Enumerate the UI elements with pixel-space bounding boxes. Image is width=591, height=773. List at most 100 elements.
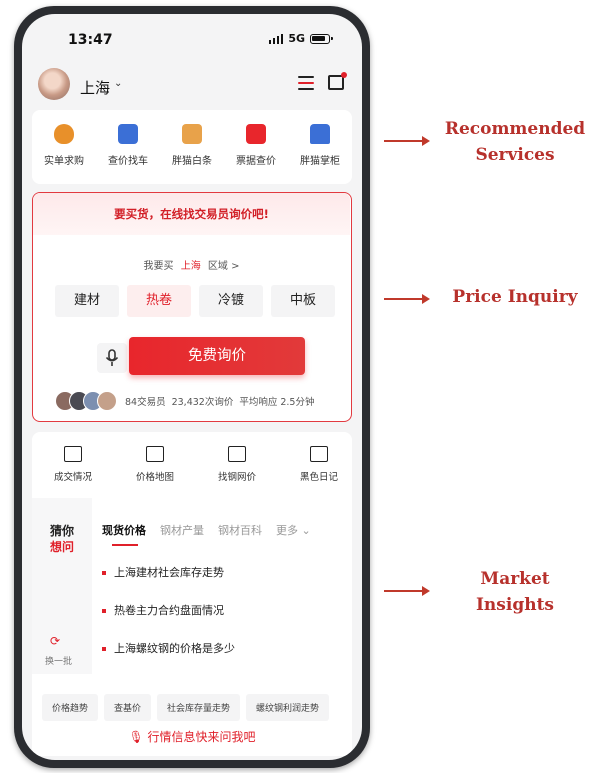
guess-panel: 猜你 想问 ⟳ 换一批 xyxy=(32,498,92,674)
service-label: 胖猫掌柜 xyxy=(300,156,340,167)
service-item-buy[interactable]: 实单求购 xyxy=(32,124,96,167)
want-suffix: 区域 > xyxy=(207,261,240,272)
service-label: 查价找车 xyxy=(108,156,148,167)
status-bar: 13:47 5G xyxy=(22,14,362,54)
chip-medium-plate[interactable]: 中板 xyxy=(271,285,335,317)
message-icon[interactable] xyxy=(328,72,347,90)
services-card: 实单求购 查价找车 胖猫白条 票据查价 胖猫掌柜 xyxy=(32,110,352,184)
app-header: 上海 ⌄ xyxy=(22,66,362,106)
arrow-icon xyxy=(384,587,430,595)
annotation-label: Market Insights xyxy=(439,566,591,618)
chevron-down-icon[interactable]: ⌄ xyxy=(114,78,122,89)
tag-inventory-trend[interactable]: 社会库存量走势 xyxy=(157,694,241,721)
status-right: 5G xyxy=(268,32,333,45)
tool-label: 黑色日记 xyxy=(299,472,338,483)
insight-tabs: 现货价格 钢材产量 钢材百科 更多 ⌄ xyxy=(102,522,311,546)
avatar[interactable] xyxy=(38,68,70,100)
tool-price-map[interactable]: 价格地图 xyxy=(120,446,190,483)
receipt-icon xyxy=(246,124,266,144)
question-item[interactable]: 上海建材社会库存走势 xyxy=(102,564,224,580)
truck-icon xyxy=(118,124,138,144)
menu-icon[interactable] xyxy=(298,76,314,90)
annotation-label: Recommended Services xyxy=(439,116,591,168)
question-item[interactable]: 上海螺纹钢的价格是多少 xyxy=(102,640,235,656)
arrow-icon xyxy=(384,295,430,303)
chip-hot-rolled[interactable]: 热卷 xyxy=(127,285,191,317)
voice-button[interactable] xyxy=(97,343,127,373)
want-prefix: 我要买 xyxy=(143,261,174,272)
annotation-line: Insights xyxy=(475,595,554,615)
service-label: 票据查价 xyxy=(236,156,276,167)
tag-price-trend[interactable]: 价格趋势 xyxy=(42,694,99,721)
trader-avatars xyxy=(55,391,117,411)
annotation-inquiry: Price Inquiry xyxy=(384,284,591,314)
insight-tools: 成交情况 价格地图 找钢网价 黑色日记 xyxy=(32,446,352,494)
product-chips: 建材 热卷 冷镀 中板 xyxy=(55,285,335,317)
trader-count: 84交易员 xyxy=(125,397,166,408)
tool-label: 价格地图 xyxy=(135,472,174,483)
tag-profit-trend[interactable]: 螺纹钢利润走势 xyxy=(246,694,330,721)
ask-bar[interactable]: 🎙︎ 行情信息快来问我吧 xyxy=(32,728,352,745)
region-selector[interactable]: 我要买 上海 区域 > xyxy=(33,257,350,272)
note-icon xyxy=(182,124,202,144)
free-inquiry-button[interactable]: 免费询价 xyxy=(129,337,305,375)
want-city: 上海 xyxy=(180,261,201,272)
tool-steel-price[interactable]: 找钢网价 xyxy=(202,446,272,483)
service-item-credit[interactable]: 胖猫白条 xyxy=(160,124,224,167)
inquiry-stats: 84交易员 23,432次询价 平均响应 2.5分钟 xyxy=(55,391,320,411)
service-item-bill[interactable]: 票据查价 xyxy=(224,124,288,167)
question-item[interactable]: 热卷主力合约盘面情况 xyxy=(102,602,224,618)
battery-icon xyxy=(310,33,333,44)
map-icon xyxy=(146,446,164,462)
annotation-services: Recommended Services xyxy=(384,116,591,176)
tab-more-label: 更多 xyxy=(276,524,298,537)
annotation-line: Services xyxy=(475,145,555,165)
tool-deals[interactable]: 成交情况 xyxy=(38,446,108,483)
deal-icon xyxy=(64,446,82,462)
chip-cold-galvanized[interactable]: 冷镀 xyxy=(199,285,263,317)
phone-frame: 13:47 5G 上海 ⌄ 实单求购 查价找车 胖猫白条 票据查价 胖猫掌柜 要… xyxy=(14,6,370,768)
chart-icon xyxy=(228,446,246,462)
status-time: 13:47 xyxy=(68,32,113,48)
annotation-line: Market xyxy=(480,569,550,589)
response-time: 平均响应 2.5分钟 xyxy=(239,397,315,408)
annotation-label: Price Inquiry xyxy=(452,287,578,307)
guess-title: 猜你 xyxy=(50,524,75,538)
guess-title-accent: 想问 xyxy=(50,540,75,554)
refresh-icon[interactable]: ⟳ xyxy=(50,634,60,648)
chevron-down-icon: ⌄ xyxy=(298,524,311,537)
tab-spot-price[interactable]: 现货价格 xyxy=(102,522,146,546)
tag-base-price[interactable]: 查基价 xyxy=(104,694,152,721)
app-screen: 13:47 5G 上海 ⌄ 实单求购 查价找车 胖猫白条 票据查价 胖猫掌柜 要… xyxy=(22,14,362,760)
service-item-truck[interactable]: 查价找车 xyxy=(96,124,160,167)
avatar xyxy=(97,391,117,411)
shop-icon xyxy=(310,124,330,144)
city-selector[interactable]: 上海 xyxy=(80,77,110,98)
hot-tags: 价格趋势 查基价 社会库存量走势 螺纹钢利润走势 xyxy=(42,694,330,721)
microphone-icon xyxy=(105,349,119,366)
annotation-insights: Market Insights xyxy=(384,566,591,626)
tab-more[interactable]: 更多 ⌄ xyxy=(276,522,311,538)
annotation-line: Recommended xyxy=(444,119,586,139)
tab-encyclopedia[interactable]: 钢材百科 xyxy=(218,522,262,538)
service-item-shop[interactable]: 胖猫掌柜 xyxy=(288,124,352,167)
microphone-icon: 🎙︎ xyxy=(128,730,148,744)
diary-icon xyxy=(310,446,328,462)
money-bag-icon xyxy=(54,124,74,144)
service-label: 实单求购 xyxy=(44,156,84,167)
refresh-label[interactable]: 换一批 xyxy=(45,654,72,667)
price-inquiry-card: 要买货，在线找交易员询价吧! 我要买 上海 区域 > 建材 热卷 冷镀 中板 免… xyxy=(32,192,352,422)
service-label: 胖猫白条 xyxy=(172,156,212,167)
arrow-icon xyxy=(384,137,430,145)
chip-rebar[interactable]: 建材 xyxy=(55,285,119,317)
tool-label: 找钢网价 xyxy=(217,472,256,483)
inquiry-count: 23,432次询价 xyxy=(171,397,234,408)
tool-label: 成交情况 xyxy=(53,472,92,483)
network-label: 5G xyxy=(288,32,305,45)
tab-production[interactable]: 钢材产量 xyxy=(160,522,204,538)
market-insights-card: 成交情况 价格地图 找钢网价 黑色日记 猜你 想问 ⟳ 换一批 现货价格 钢材产… xyxy=(32,432,352,756)
ask-label: 行情信息快来问我吧 xyxy=(147,730,256,744)
tool-diary[interactable]: 黑色日记 xyxy=(284,446,354,483)
inquiry-banner: 要买货，在线找交易员询价吧! xyxy=(33,193,350,235)
signal-icon xyxy=(268,33,284,44)
